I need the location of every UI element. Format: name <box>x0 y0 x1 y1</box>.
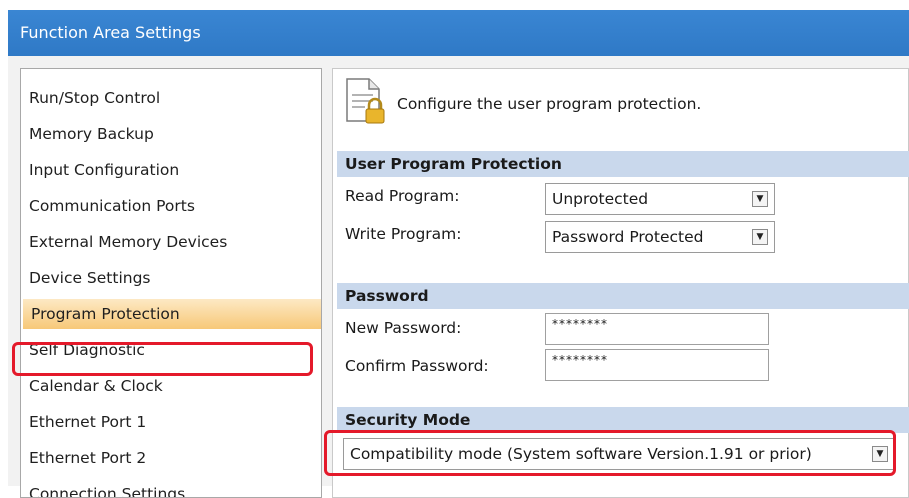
confirm-password-field[interactable]: ******** <box>545 349 769 381</box>
sidebar: Run/Stop Control Memory Backup Input Con… <box>20 68 322 498</box>
content-area: Run/Stop Control Memory Backup Input Con… <box>8 56 909 498</box>
write-program-select[interactable]: Password Protected ▼ <box>545 221 775 253</box>
sidebar-item-ethernet-port-2[interactable]: Ethernet Port 2 <box>29 443 146 473</box>
section-header-user-program-protection: User Program Protection <box>337 151 909 177</box>
sidebar-item-connection-settings[interactable]: Connection Settings <box>29 479 185 497</box>
sidebar-item-communication-ports[interactable]: Communication Ports <box>29 191 195 221</box>
write-program-label: Write Program: <box>345 225 462 243</box>
write-program-value: Password Protected <box>552 228 704 246</box>
section-header-security-mode: Security Mode <box>337 407 909 433</box>
panel-description: Configure the user program protection. <box>397 95 702 113</box>
sidebar-item-program-protection[interactable]: Program Protection <box>23 299 321 329</box>
security-mode-select[interactable]: Compatibility mode (System software Vers… <box>343 438 895 470</box>
sidebar-item-run-stop-control[interactable]: Run/Stop Control <box>29 83 160 113</box>
sidebar-item-input-configuration[interactable]: Input Configuration <box>29 155 179 185</box>
read-program-value: Unprotected <box>552 190 649 208</box>
chevron-down-icon[interactable]: ▼ <box>752 191 768 207</box>
read-program-select[interactable]: Unprotected ▼ <box>545 183 775 215</box>
read-program-label: Read Program: <box>345 187 460 205</box>
chevron-down-icon[interactable]: ▼ <box>752 229 768 245</box>
new-password-field[interactable]: ******** <box>545 313 769 345</box>
confirm-password-label: Confirm Password: <box>345 357 489 375</box>
sidebar-item-memory-backup[interactable]: Memory Backup <box>29 119 154 149</box>
sidebar-item-self-diagnostic[interactable]: Self Diagnostic <box>29 335 145 365</box>
sidebar-item-external-memory-devices[interactable]: External Memory Devices <box>29 227 227 257</box>
top-strip <box>0 0 909 10</box>
sidebar-item-ethernet-port-1[interactable]: Ethernet Port 1 <box>29 407 146 437</box>
settings-panel: Configure the user program protection. U… <box>332 68 909 498</box>
new-password-label: New Password: <box>345 319 462 337</box>
document-lock-icon <box>346 78 385 124</box>
sidebar-item-device-settings[interactable]: Device Settings <box>29 263 151 293</box>
section-header-password: Password <box>337 283 909 309</box>
sidebar-item-calendar-clock[interactable]: Calendar & Clock <box>29 371 163 401</box>
security-mode-value: Compatibility mode (System software Vers… <box>350 445 812 463</box>
window-title: Function Area Settings <box>8 10 909 56</box>
chevron-down-icon[interactable]: ▼ <box>872 446 888 462</box>
